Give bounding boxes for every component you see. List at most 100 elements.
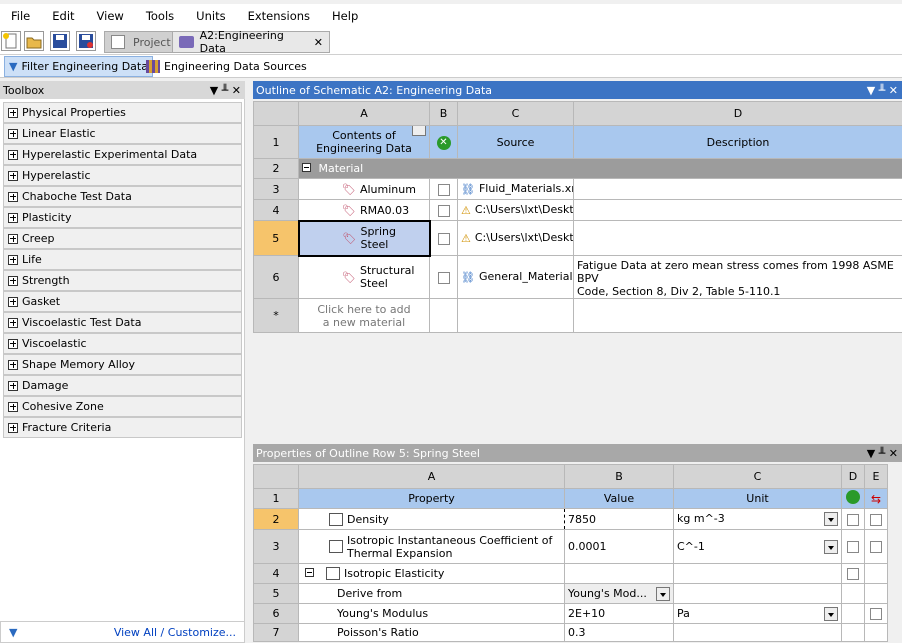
property-cell[interactable]: Isotropic Elasticity: [298, 563, 565, 584]
d-cell[interactable]: [841, 529, 865, 564]
add-material-cell[interactable]: Click here to add a new material: [298, 298, 430, 333]
col-header-c[interactable]: C: [673, 464, 842, 489]
save-icon[interactable]: [50, 31, 70, 51]
parameter-checkbox[interactable]: [870, 513, 882, 526]
suppress-cell[interactable]: [429, 178, 458, 200]
unit-cell[interactable]: [673, 583, 842, 604]
filter-engineering-data-button[interactable]: ▼ Filter Engineering Data: [4, 56, 153, 77]
property-cell[interactable]: Isotropic Instantaneous Coefficient of T…: [298, 529, 565, 564]
expand-icon[interactable]: [8, 128, 18, 139]
collapse-icon[interactable]: [302, 163, 311, 172]
expand-icon[interactable]: [8, 191, 18, 202]
expand-icon[interactable]: [8, 107, 18, 118]
toolbox-item[interactable]: Linear Elastic: [3, 123, 242, 144]
col-header-a[interactable]: A: [298, 464, 565, 489]
value-cell[interactable]: 0.0001: [564, 529, 674, 564]
property-header[interactable]: Property: [298, 488, 565, 509]
material-group-row[interactable]: Material: [298, 158, 902, 179]
expand-icon[interactable]: [8, 338, 18, 349]
expand-icon[interactable]: [8, 233, 18, 244]
expand-icon[interactable]: [8, 149, 18, 160]
dropdown-icon[interactable]: [824, 512, 838, 526]
suppress-checkbox[interactable]: [437, 232, 450, 245]
description-header[interactable]: Description: [573, 125, 902, 159]
dropdown-icon[interactable]: [824, 539, 838, 554]
expand-icon[interactable]: [8, 401, 18, 412]
value-cell[interactable]: 7850: [564, 508, 674, 530]
view-all-customize-link[interactable]: View All / Customize...: [114, 626, 236, 639]
material-name-cell[interactable]: 🏷 RMA0.03: [298, 199, 430, 221]
menu-tools[interactable]: Tools: [135, 9, 185, 23]
menu-help[interactable]: Help: [321, 9, 369, 23]
save-as-icon[interactable]: [76, 31, 96, 51]
suppress-cell[interactable]: [429, 199, 458, 221]
material-name-cell[interactable]: 🏷 Aluminum: [298, 178, 430, 200]
suppress-checkbox[interactable]: [437, 271, 450, 284]
menu-units[interactable]: Units: [185, 9, 236, 23]
description-cell[interactable]: [573, 199, 902, 221]
toolbox-item[interactable]: Viscoelastic: [3, 333, 242, 354]
toolbox-item[interactable]: Gasket: [3, 291, 242, 312]
e-cell[interactable]: [864, 508, 888, 530]
tab-engineering-data[interactable]: A2:Engineering Data ✕: [172, 29, 330, 55]
expand-icon[interactable]: [8, 359, 18, 370]
menu-extensions[interactable]: Extensions: [237, 9, 321, 23]
toolbox-item[interactable]: Plasticity: [3, 207, 242, 228]
suppress-cell[interactable]: [429, 255, 458, 299]
unit-cell[interactable]: [673, 623, 842, 642]
d-cell[interactable]: [841, 623, 865, 642]
e-cell[interactable]: [864, 603, 888, 624]
expand-icon[interactable]: [8, 380, 18, 391]
d-cell[interactable]: [841, 563, 865, 584]
col-header-b[interactable]: B: [429, 101, 458, 126]
toolbox-item[interactable]: Creep: [3, 228, 242, 249]
suppress-cell[interactable]: [429, 220, 458, 256]
description-cell[interactable]: Fatigue Data at zero mean stress comes f…: [573, 255, 902, 299]
col-header-e[interactable]: E: [864, 464, 888, 489]
toolbox-item[interactable]: Physical Properties: [3, 102, 242, 123]
menu-file[interactable]: File: [0, 9, 41, 23]
expand-icon[interactable]: [8, 296, 18, 307]
toolbox-item[interactable]: Hyperelastic: [3, 165, 242, 186]
expand-icon[interactable]: [8, 212, 18, 223]
outline-controls[interactable]: ▼ ╨ ✕: [867, 81, 898, 99]
value-cell[interactable]: 0.3: [564, 623, 674, 642]
toolbox-item[interactable]: Viscoelastic Test Data: [3, 312, 242, 333]
suppress-checkbox[interactable]: [847, 513, 859, 526]
col-header-a[interactable]: A: [298, 101, 430, 126]
property-cell[interactable]: Density: [298, 508, 565, 530]
value-cell[interactable]: 2E+10: [564, 603, 674, 624]
close-tab-icon[interactable]: ✕: [314, 36, 323, 49]
new-icon[interactable]: [1, 31, 21, 51]
unit-header[interactable]: Unit: [673, 488, 842, 509]
open-icon[interactable]: [24, 31, 44, 51]
d-cell[interactable]: [841, 603, 865, 624]
description-cell[interactable]: [573, 220, 902, 256]
expand-icon[interactable]: [8, 422, 18, 433]
e-cell[interactable]: [864, 623, 888, 642]
toolbox-item[interactable]: Damage: [3, 375, 242, 396]
property-cell[interactable]: Young's Modulus: [298, 603, 565, 624]
toolbox-item[interactable]: Shape Memory Alloy: [3, 354, 242, 375]
expand-icon[interactable]: [8, 254, 18, 265]
tab-project[interactable]: Project: [104, 31, 178, 53]
col-header-b[interactable]: B: [564, 464, 674, 489]
toolbox-controls[interactable]: ▼ ╨ ✕: [210, 81, 241, 99]
material-name-cell[interactable]: 🏷 Structural Steel: [298, 255, 430, 299]
parameter-checkbox[interactable]: [870, 608, 882, 620]
value-cell[interactable]: [564, 563, 674, 584]
expand-icon[interactable]: [8, 170, 18, 181]
dropdown-icon[interactable]: [824, 606, 838, 621]
toolbox-item[interactable]: Chaboche Test Data: [3, 186, 242, 207]
toolbox-item[interactable]: Strength: [3, 270, 242, 291]
expand-icon[interactable]: [8, 275, 18, 286]
toolbox-item[interactable]: Fracture Criteria: [3, 417, 242, 438]
parameter-checkbox[interactable]: [870, 541, 882, 553]
collapse-icon[interactable]: [305, 567, 314, 577]
contents-header[interactable]: Contents of Engineering Data: [298, 125, 430, 159]
e-cell[interactable]: [864, 583, 888, 604]
toolbox-item[interactable]: Life: [3, 249, 242, 270]
suppress-checkbox[interactable]: [847, 568, 859, 580]
value-header[interactable]: Value: [564, 488, 674, 509]
property-cell[interactable]: Derive from: [298, 583, 565, 604]
